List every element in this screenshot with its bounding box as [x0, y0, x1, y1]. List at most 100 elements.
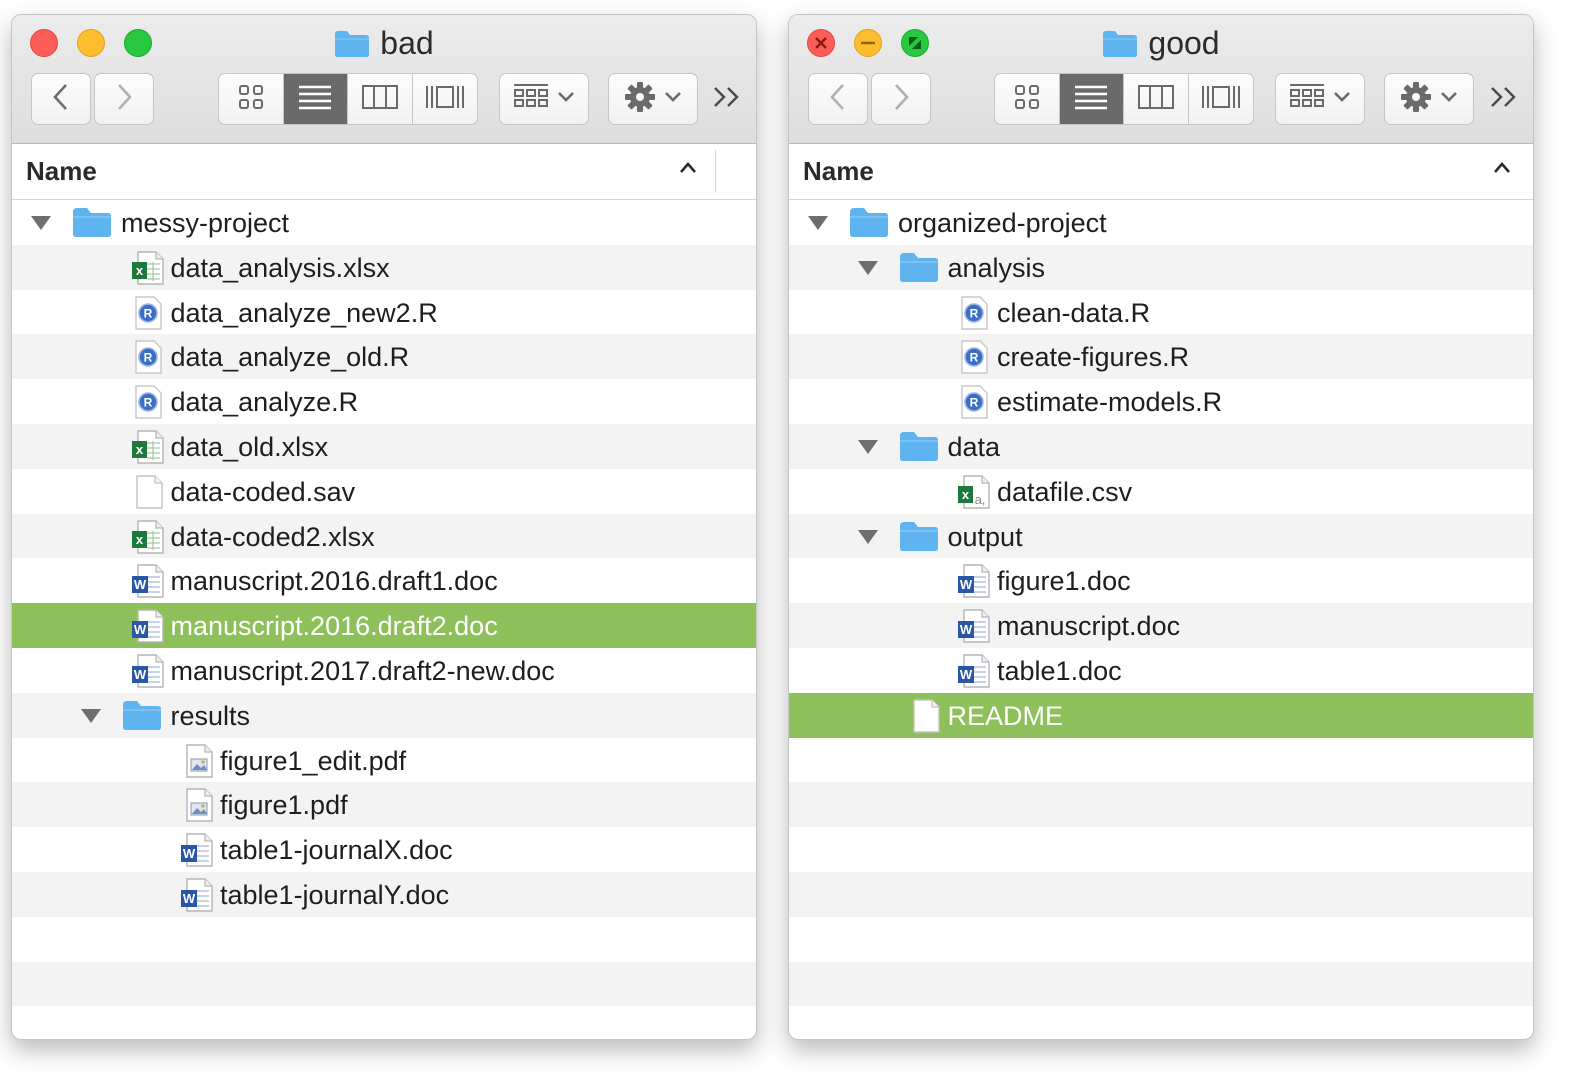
empty-list-row: [789, 1006, 1533, 1039]
file-name: figure1.doc: [997, 566, 1131, 597]
column-view-button[interactable]: [1124, 74, 1189, 124]
folder-row[interactable]: data: [789, 423, 1533, 469]
list-view-button[interactable]: [283, 74, 348, 124]
action-menu-button[interactable]: [1384, 73, 1474, 125]
file-name: data_analyze_old.R: [170, 342, 410, 373]
window-title: bad: [12, 25, 756, 65]
gallery-icon: [425, 84, 465, 115]
toolbar-overflow-button[interactable]: [1486, 73, 1522, 125]
list-view-button[interactable]: [1059, 74, 1124, 124]
chevron-up-icon[interactable]: [1492, 160, 1512, 181]
file-row[interactable]: Wtable1-journalX.doc: [12, 827, 756, 872]
file-row[interactable]: Rdata_analyze.R: [12, 379, 756, 424]
file-row[interactable]: Wtable1.doc: [789, 648, 1533, 693]
file-row[interactable]: figure1_edit.pdf: [12, 738, 756, 783]
file-list-row-selected[interactable]: Wmanuscript.2016.draft2.doc: [12, 603, 756, 648]
file-name: data-coded2.xlsx: [170, 521, 375, 552]
folder-row[interactable]: messy-project: [12, 200, 756, 245]
disclosure-triangle-expanded-icon[interactable]: [80, 708, 102, 729]
file-name: analysis: [947, 252, 1046, 283]
file-row[interactable]: Rdata_analyze_old.R: [12, 334, 756, 380]
empty-list-row: [789, 827, 1533, 872]
file-row[interactable]: x data_analysis.xlsx: [12, 244, 756, 290]
gallery-view-button[interactable]: [1189, 74, 1254, 124]
chevron-left-icon: [828, 82, 848, 117]
folder-row[interactable]: analysis: [789, 244, 1533, 290]
icon-view-button[interactable]: [995, 74, 1060, 124]
r-script-icon: R: [130, 295, 166, 335]
r-script-icon: R: [130, 384, 166, 424]
folder-row[interactable]: results: [12, 692, 756, 738]
disclosure-triangle-expanded-icon[interactable]: [857, 260, 879, 281]
disclosure-triangle-expanded-icon[interactable]: [30, 215, 52, 236]
folder-row[interactable]: organized-project: [789, 200, 1533, 245]
r-script-icon: R: [130, 339, 166, 379]
file-name: manuscript.doc: [997, 611, 1181, 642]
file-name: organized-project: [898, 208, 1107, 238]
word-document-icon: W: [956, 563, 992, 603]
file-name: data_old.xlsx: [170, 431, 329, 462]
file-row[interactable]: Wtable1-journalY.doc: [12, 871, 756, 917]
file-row[interactable]: Wmanuscript.doc: [789, 603, 1533, 648]
toolbar-overflow-button[interactable]: [709, 73, 745, 125]
finder-window-good: good Name organized-project analysis R c…: [788, 14, 1534, 1040]
folder-icon: [849, 206, 889, 243]
word-document-icon: W: [956, 653, 992, 693]
file-row[interactable]: x data-coded2.xlsx: [12, 513, 756, 559]
file-row[interactable]: Wmanuscript.2016.draft1.doc: [12, 558, 756, 603]
gear-icon: [624, 81, 656, 118]
svg-text:R: R: [143, 351, 152, 365]
file-row[interactable]: Wmanuscript.2017.draft2-new.doc: [12, 648, 756, 693]
file-row[interactable]: x data_old.xlsx: [12, 423, 756, 469]
disclosure-triangle-expanded-icon[interactable]: [857, 529, 879, 550]
word-document-icon: W: [179, 877, 215, 917]
file-row[interactable]: Rclean-data.R: [789, 290, 1533, 335]
forward-button[interactable]: [94, 73, 154, 125]
icon-view-button[interactable]: [219, 74, 284, 124]
chevron-down-icon: [557, 90, 575, 108]
svg-text:x: x: [135, 532, 143, 547]
gallery-view-button[interactable]: [413, 74, 478, 124]
folder-icon: [122, 699, 162, 736]
svg-text:R: R: [143, 396, 152, 410]
disclosure-triangle-expanded-icon[interactable]: [807, 215, 829, 236]
forward-button[interactable]: [871, 73, 931, 125]
file-row[interactable]: Restimate-models.R: [789, 379, 1533, 424]
folder-icon: [1102, 29, 1138, 65]
file-row[interactable]: Rdata_analyze_new2.R: [12, 290, 756, 335]
file-row[interactable]: Wfigure1.doc: [789, 558, 1533, 603]
back-button[interactable]: [808, 73, 868, 125]
file-name: table1-journalY.doc: [220, 879, 450, 910]
name-column-header[interactable]: Name: [803, 156, 874, 187]
file-row[interactable]: a, x datafile.csv: [789, 469, 1533, 514]
file-name: data_analyze_new2.R: [170, 297, 438, 328]
chevron-up-icon[interactable]: [678, 160, 698, 181]
file-name: datafile.csv: [997, 476, 1133, 507]
word-document-icon: W: [130, 653, 166, 693]
folder-row[interactable]: output: [789, 513, 1533, 559]
file-list: organized-project analysis Rclean-data.R Rc…: [789, 200, 1533, 1039]
column-view-button[interactable]: [348, 74, 413, 124]
window-title-text: bad: [380, 25, 434, 61]
name-column-header[interactable]: Name: [26, 156, 97, 187]
group-by-button[interactable]: [499, 73, 589, 125]
svg-text:W: W: [960, 622, 973, 637]
file-row[interactable]: figure1.pdf: [12, 782, 756, 828]
file-name: manuscript.2016.draft1.doc: [170, 566, 498, 597]
chevron-right-icon: [891, 82, 911, 117]
empty-list-row: [789, 782, 1533, 828]
svg-text:R: R: [970, 351, 979, 365]
file-row[interactable]: data-coded.sav: [12, 469, 756, 514]
file-row[interactable]: Rcreate-figures.R: [789, 334, 1533, 380]
file-list: messy-project x data_analysis.xlsx Rdata_an…: [12, 200, 756, 1039]
double-chevron-right-icon: [1489, 85, 1519, 114]
empty-list-row: [12, 917, 756, 962]
action-menu-button[interactable]: [608, 73, 698, 125]
folder-icon: [72, 206, 112, 243]
empty-list-row: [789, 917, 1533, 962]
file-list-row-selected[interactable]: README: [789, 692, 1533, 738]
double-chevron-right-icon: [712, 85, 742, 114]
group-by-button[interactable]: [1275, 73, 1365, 125]
disclosure-triangle-expanded-icon[interactable]: [857, 439, 879, 460]
back-button[interactable]: [31, 73, 91, 125]
